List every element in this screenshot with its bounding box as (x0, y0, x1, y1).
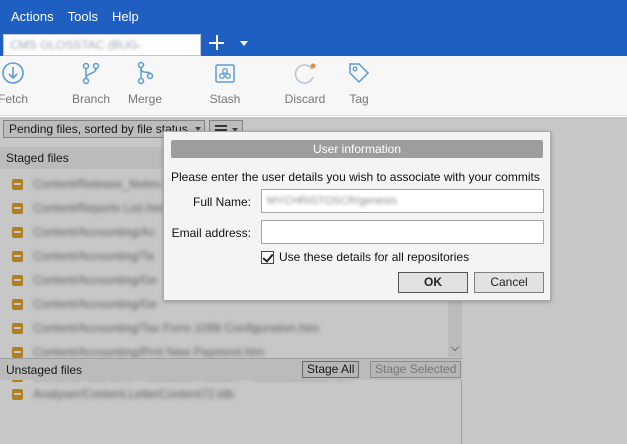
use-for-all-repositories-label[interactable]: Use these details for all repositories (279, 250, 469, 264)
toolbar: Fetch Branch Merge Stash Discard Tag (0, 56, 627, 116)
branch-button[interactable]: Branch (70, 60, 112, 106)
branch-label: Branch (71, 92, 111, 106)
tag-label: Tag (349, 92, 369, 106)
discard-icon (294, 63, 316, 84)
tag-icon (349, 63, 370, 84)
stash-label: Stash (209, 92, 241, 106)
caret-down-icon[interactable] (240, 41, 248, 46)
tag-button[interactable]: Tag (340, 60, 378, 106)
tab-row: CMS GLOSSTAC (BUG- (0, 32, 627, 56)
dialog-prompt: Please enter the user details you wish t… (171, 170, 540, 184)
fetch-button[interactable]: Fetch (0, 60, 33, 106)
ok-button[interactable]: OK (398, 272, 468, 293)
cancel-button[interactable]: Cancel (474, 272, 544, 293)
email-label: Email address: (171, 226, 251, 240)
menu-tools[interactable]: Tools (61, 9, 105, 24)
user-information-dialog: User information Please enter the user d… (163, 131, 551, 301)
merge-label: Merge (127, 92, 162, 106)
menu-help[interactable]: Help (105, 9, 146, 24)
fetch-icon (2, 62, 24, 84)
repository-tab[interactable]: CMS GLOSSTAC (BUG- (3, 34, 201, 56)
menu-bar: Actions Tools Help (0, 0, 627, 32)
stash-icon (215, 64, 235, 83)
fetch-label: Fetch (0, 92, 28, 106)
merge-icon (137, 61, 154, 85)
discard-label: Discard (284, 92, 326, 106)
use-for-all-repositories-checkbox[interactable] (261, 251, 274, 264)
discard-button[interactable]: Discard (282, 60, 328, 106)
branch-icon (82, 62, 100, 85)
menu-actions[interactable]: Actions (4, 9, 61, 24)
merge-button[interactable]: Merge (125, 60, 165, 106)
email-field[interactable] (261, 220, 544, 244)
full-name-label: Full Name: (192, 195, 251, 209)
repository-tab-label: CMS GLOSSTAC (BUG- (10, 38, 142, 52)
plus-icon[interactable] (207, 33, 227, 53)
full-name-value: MYCHRISTOSCR/genesis (267, 195, 397, 207)
stash-button[interactable]: Stash (205, 60, 245, 106)
dialog-title: User information (171, 140, 543, 158)
